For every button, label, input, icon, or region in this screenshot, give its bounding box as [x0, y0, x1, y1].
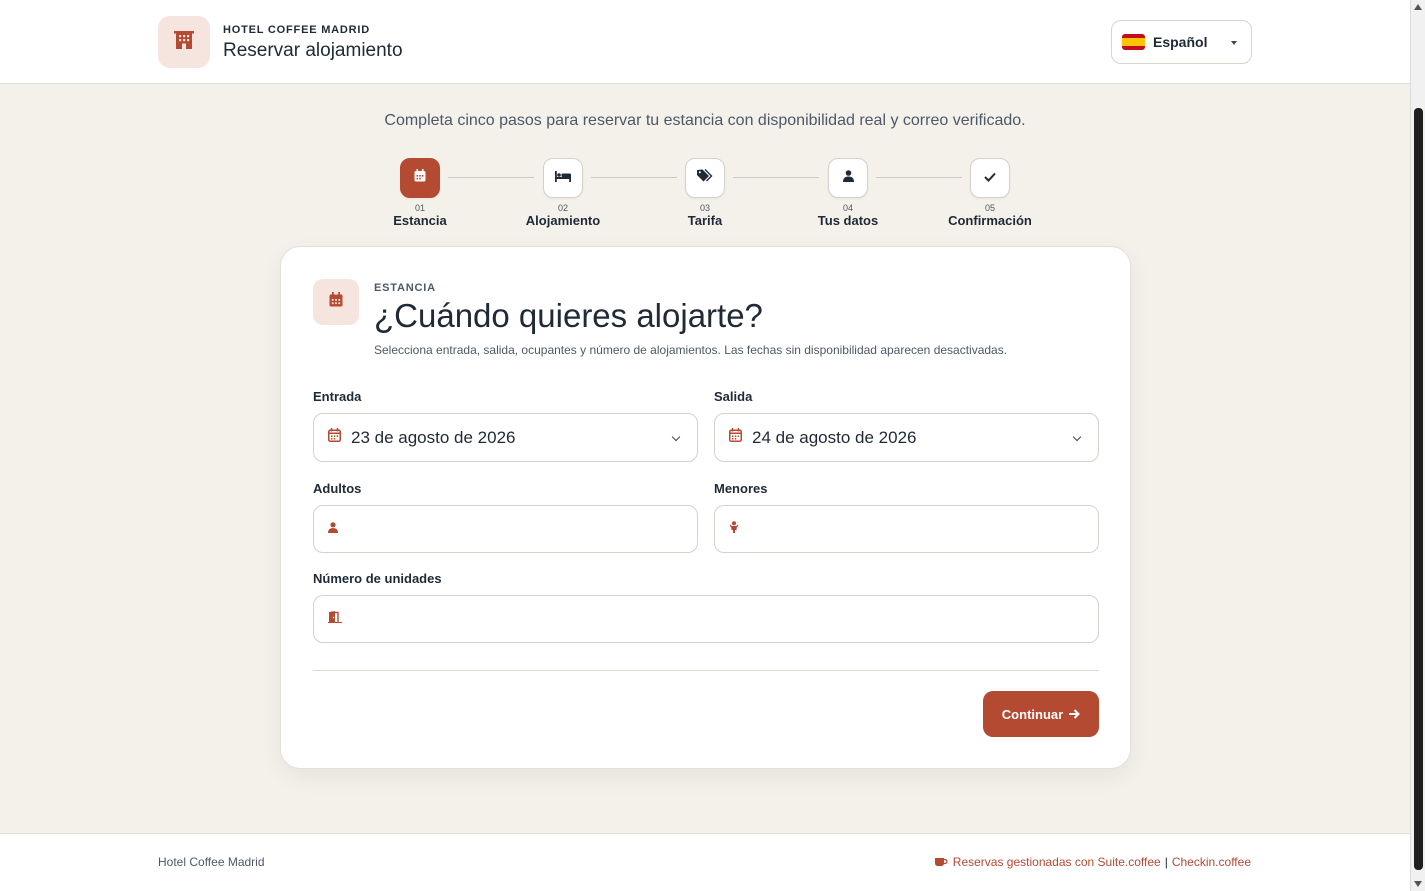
scroll-down-arrow-icon[interactable] — [1414, 881, 1422, 887]
door-icon — [328, 610, 342, 628]
step-circle — [400, 158, 440, 198]
continue-button-label: Continuar — [1001, 706, 1064, 722]
step-label: Alojamiento — [525, 213, 601, 228]
card-title: ¿Cuándo quieres alojarte? — [374, 297, 763, 334]
step-circle — [543, 158, 583, 198]
checkin-date-value: 23 de agosto de 2026 — [351, 427, 516, 447]
hotel-logo[interactable] — [158, 16, 210, 68]
stay-form-card: ESTANCIA ¿Cuándo quieres alojarte? Selec… — [280, 246, 1131, 769]
chevron-down-icon — [671, 432, 681, 442]
checkin-label: Entrada — [313, 389, 362, 404]
site-footer: Hotel Coffee Madrid Reservas gestionadas… — [0, 833, 1410, 891]
adults-label: Adultos — [313, 481, 362, 496]
step-circle — [828, 158, 868, 198]
form-divider — [313, 670, 1099, 671]
check-icon — [984, 169, 996, 187]
step-tarifa[interactable]: 03 Tarifa — [645, 158, 765, 228]
step-tus-datos[interactable]: 04 Tus datos — [788, 158, 908, 228]
step-number: 03 — [699, 203, 710, 213]
footer-separator: | — [1164, 855, 1168, 869]
checkout-label: Salida — [714, 389, 753, 404]
units-label: Número de unidades — [313, 571, 442, 586]
children-field[interactable] — [714, 505, 1099, 553]
calendar-icon — [328, 428, 341, 447]
card-description: Selecciona entrada, salida, ocupantes y … — [374, 343, 1008, 357]
step-number: 04 — [842, 203, 853, 213]
checkout-date-value: 24 de agosto de 2026 — [752, 427, 917, 447]
language-select[interactable]: Español — [1111, 20, 1252, 64]
checkin-coffee-link[interactable]: Checkin.coffee — [1172, 855, 1251, 869]
adults-field[interactable] — [313, 505, 698, 553]
units-input[interactable] — [352, 596, 1098, 642]
bed-icon — [555, 169, 571, 187]
scroll-up-arrow-icon[interactable] — [1414, 4, 1422, 10]
step-label: Confirmación — [948, 213, 1032, 228]
scrollbar-thumb[interactable] — [1414, 108, 1423, 870]
card-icon-box — [313, 279, 359, 325]
step-circle — [685, 158, 725, 198]
building-icon — [173, 29, 195, 56]
checkin-date-select[interactable]: 23 de agosto de 2026 — [313, 413, 698, 462]
hero-subtitle: Completa cinco pasos para reservar tu es… — [384, 112, 1026, 129]
page-title: Reservar alojamiento — [223, 40, 403, 61]
step-circle — [970, 158, 1010, 198]
adults-input[interactable] — [348, 506, 697, 552]
children-input[interactable] — [749, 506, 1098, 552]
step-label: Estancia — [393, 213, 447, 228]
checkout-date-select[interactable]: 24 de agosto de 2026 — [714, 413, 1099, 462]
units-field[interactable] — [313, 595, 1099, 643]
suite-coffee-link[interactable]: Suite.coffee — [1098, 855, 1161, 869]
user-icon — [328, 520, 338, 538]
continue-button[interactable]: Continuar — [983, 691, 1099, 737]
card-eyebrow: ESTANCIA — [374, 282, 436, 294]
user-icon — [842, 169, 854, 187]
children-label: Menores — [714, 481, 768, 496]
chevron-down-icon — [1072, 432, 1082, 442]
footer-hotel-name: Hotel Coffee Madrid — [158, 855, 265, 869]
language-label: Español — [1153, 34, 1208, 50]
calendar-icon — [729, 428, 742, 447]
calendar-icon — [414, 169, 426, 187]
step-estancia[interactable]: 01 Estancia — [360, 158, 480, 228]
footer-credits: Reservas gestionadas con Suite.coffee | … — [934, 855, 1251, 869]
step-alojamiento[interactable]: 02 Alojamiento — [503, 158, 623, 228]
tags-icon — [697, 169, 713, 187]
spain-flag-icon — [1122, 34, 1145, 50]
coffee-cup-icon — [934, 857, 948, 867]
step-number: 01 — [414, 203, 425, 213]
step-number: 02 — [557, 203, 568, 213]
page-scrollbar[interactable] — [1410, 0, 1425, 891]
footer-prefix: Reservas gestionadas con — [952, 855, 1098, 869]
step-confirmacion[interactable]: 05 Confirmación — [930, 158, 1050, 228]
arrow-right-icon — [1069, 707, 1081, 722]
step-number: 05 — [984, 203, 995, 213]
booking-stepper: 01 Estancia 02 Alojamiento 03 Tarifa 04 … — [0, 158, 1410, 230]
step-label: Tarifa — [687, 213, 723, 228]
brand-name: HOTEL COFFEE MADRID — [223, 24, 370, 36]
site-header: HOTEL COFFEE MADRID Reservar alojamiento… — [0, 0, 1410, 84]
step-label: Tus datos — [817, 213, 879, 228]
caret-down-icon — [1231, 41, 1237, 45]
calendar-icon — [329, 292, 343, 312]
child-icon — [729, 520, 739, 538]
